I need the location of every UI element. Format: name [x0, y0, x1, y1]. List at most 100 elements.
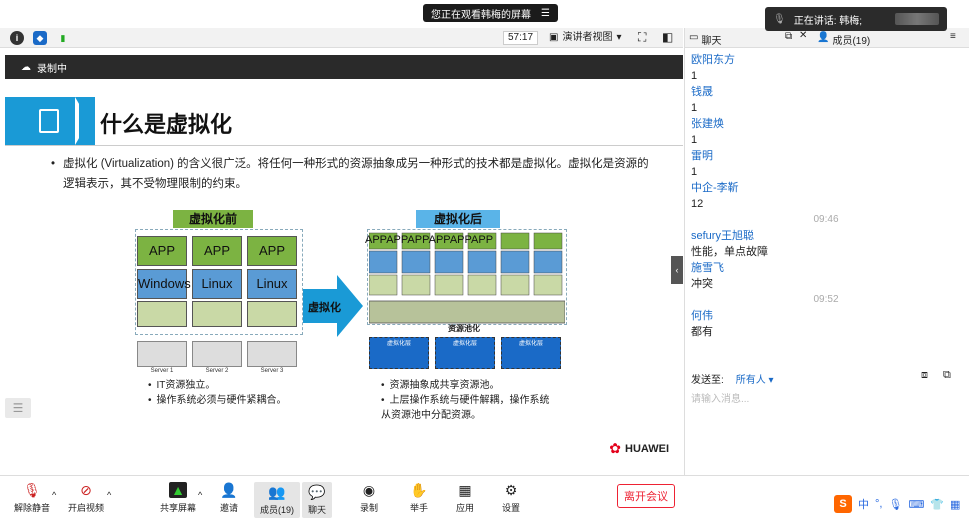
vm-layer: 虚拟化层 — [501, 337, 561, 369]
invite-button[interactable]: 👤 邀请 — [220, 482, 238, 514]
viewing-banner[interactable]: 您正在观看韩梅的屏幕 ☰ — [423, 4, 558, 22]
add-user-icon: 👤 — [220, 481, 238, 498]
tab-chat[interactable]: ▭ 聊天 — [689, 32, 721, 47]
title-divider — [5, 145, 683, 146]
fullscreen-icon[interactable]: ⛶ — [638, 30, 646, 45]
hardware-box — [192, 301, 242, 327]
note-item: 资源抽象成共享资源池。 — [381, 378, 551, 393]
punct-icon[interactable]: °, — [875, 498, 882, 510]
viewing-text: 您正在观看韩梅的屏幕 — [431, 9, 531, 21]
chevron-down-icon: ▾ — [616, 32, 622, 43]
cloud-icon: ☁ — [21, 61, 31, 73]
after-label: 虚拟化后 — [416, 210, 500, 228]
settings-button[interactable]: ⚙ 设置 — [502, 482, 520, 514]
send-to-dropdown[interactable]: 所有人 ▾ — [736, 371, 774, 386]
slide-bullet: 虚拟化 (Virtualization) 的含义很广泛。将任何一种形式的资源抽象… — [51, 154, 653, 194]
popout-icon[interactable]: ⧉ — [785, 31, 792, 42]
share-screen-icon: ▲ — [169, 482, 187, 498]
server-icon — [247, 341, 297, 367]
message-text: 性能，单点故障 — [691, 246, 768, 258]
share-screen-button[interactable]: ▲ 共享屏幕 — [160, 482, 196, 514]
presenter-view-dropdown[interactable]: ▣ 演讲者视图 ▾ — [549, 31, 621, 45]
person-icon: 👤 — [817, 32, 830, 43]
skin-icon[interactable]: 👕 — [930, 498, 944, 511]
message-sender: sefury王旭聪 — [691, 230, 754, 242]
message-sender: 何伟 — [691, 310, 713, 322]
apps-grid-icon: ▦ — [458, 481, 472, 498]
message-input[interactable]: 请输入消息... — [691, 390, 749, 405]
server-label: Server 3 — [260, 368, 284, 374]
ime-toolbar: S 中 °, 🎙 ⌨ 👕 ▦ — [832, 493, 964, 515]
note-item: 上层操作系统与硬件解耦，操作系统从资源池中分配资源。 — [381, 393, 551, 423]
collapse-panel-handle[interactable]: ‹ — [671, 256, 683, 284]
recording-bar: ☁ 录制中 — [5, 55, 683, 79]
message-sender: 雷明 — [691, 150, 713, 162]
before-label: 虚拟化前 — [173, 210, 253, 228]
shield-icon[interactable]: ◆ — [33, 31, 47, 45]
record-icon: ◉ — [362, 481, 376, 498]
grid-icon[interactable]: ▦ — [950, 498, 960, 511]
after-notes: 资源抽象成共享资源池。 上层操作系统与硬件解耦，操作系统从资源池中分配资源。 — [381, 378, 551, 423]
more-menu-icon[interactable]: ≡ — [950, 31, 956, 42]
app-row-text: APPAPPAPPAPPAPPAPP — [365, 234, 494, 246]
apps-button[interactable]: ▦ 应用 — [456, 482, 474, 514]
server-icon — [137, 341, 187, 367]
message-text: 冲突 — [691, 278, 713, 290]
message-sender: 钱晟 — [691, 86, 713, 98]
chat-button[interactable]: 💬 聊天 — [302, 482, 333, 518]
chevron-up-icon[interactable]: ^ — [52, 490, 56, 500]
message-text: 1 — [691, 70, 698, 82]
message-text: 1 — [691, 134, 698, 146]
members-button[interactable]: 👥 成员(19) — [254, 482, 301, 518]
members-icon: 👥 — [268, 483, 286, 500]
layout-icon[interactable]: ◧ — [662, 30, 673, 44]
send-to: 发送至: 所有人 ▾ — [691, 371, 774, 386]
sogou-icon[interactable]: S — [834, 495, 852, 513]
huawei-petal-icon: ✿ — [609, 440, 621, 456]
list-menu-icon[interactable]: ☰ — [5, 398, 31, 418]
signal-icon[interactable]: ▮ — [56, 31, 70, 45]
speaking-thumbnail — [895, 13, 939, 25]
message-time: 09:52 — [813, 294, 839, 305]
hand-icon: ✋ — [410, 481, 428, 498]
record-button[interactable]: ◉ 录制 — [360, 482, 378, 514]
pool-label: 资源池化 — [448, 324, 480, 333]
message-sender: 中企-李靳 — [691, 182, 739, 194]
note-item: 操作系统必须与硬件紧耦合。 — [148, 393, 287, 408]
chat-icon: ▭ — [689, 32, 699, 43]
chevron-up-icon[interactable]: ^ — [198, 490, 202, 500]
keyboard-icon[interactable]: ⌨ — [908, 498, 924, 511]
raise-hand-button[interactable]: ✋ 举手 — [410, 482, 428, 514]
huawei-logo: ✿ HUAWEI — [609, 440, 669, 457]
bottom-toolbar: 🎙 解除静音 ^ ⊘ 开启视频 ^ ▲ 共享屏幕 ^ 👤 邀请 👥 成员(19)… — [0, 475, 969, 526]
message-text: 1 — [691, 166, 698, 178]
menu-icon[interactable]: ☰ — [541, 8, 550, 19]
note-item: IT资源独立。 — [148, 378, 287, 393]
mic-icon[interactable]: 🎙 — [888, 498, 902, 511]
app-box: APP — [137, 236, 187, 266]
presenter-label: 演讲者视图 — [562, 32, 613, 43]
message-text: 12 — [691, 198, 704, 210]
screenshot-icon[interactable]: ⧉ — [943, 369, 951, 382]
vm-layer: 虚拟化层 — [435, 337, 495, 369]
app-box: APP — [192, 236, 242, 266]
os-box: Linux — [247, 269, 297, 299]
slide-title: 什么是虚拟化 — [100, 112, 233, 137]
message-list: 欧阳东方 1 钱晟 1 张建焕 1 雷明 1 中企-李靳 12 09:46 se… — [691, 52, 961, 340]
message-sender: 欧阳东方 — [691, 54, 735, 66]
tab-members[interactable]: 👤 成员(19) — [817, 32, 870, 47]
start-video-button[interactable]: ⊘ 开启视频 — [68, 482, 104, 514]
unmute-button[interactable]: 🎙 解除静音 — [14, 482, 50, 514]
file-icon[interactable]: ⧈ — [921, 369, 928, 382]
close-icon[interactable]: ✕ — [799, 30, 807, 41]
shared-slide: 什么是虚拟化 虚拟化 (Virtualization) 的含义很广泛。将任何一种… — [5, 79, 683, 461]
ime-mode[interactable]: 中 — [858, 496, 869, 512]
message-time: 09:46 — [813, 214, 839, 225]
mic-off-icon: 🎙 — [23, 481, 41, 498]
leave-meeting-button[interactable]: 离开会议 — [617, 484, 675, 508]
message-text: 都有 — [691, 326, 713, 338]
presenter-icon: ▣ — [549, 32, 559, 43]
chevron-up-icon[interactable]: ^ — [107, 490, 111, 500]
info-icon[interactable]: i — [10, 31, 24, 45]
recording-label: 录制中 — [37, 63, 67, 75]
